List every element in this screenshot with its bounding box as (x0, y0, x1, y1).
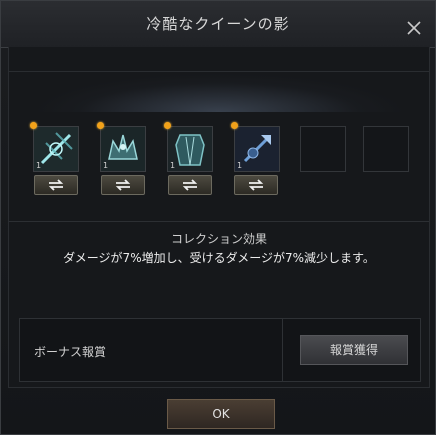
swap-button-2[interactable] (101, 175, 145, 195)
close-icon[interactable] (405, 19, 423, 37)
collection-slot-2[interactable]: 1 (97, 122, 146, 172)
swap-button-1[interactable] (34, 175, 78, 195)
claim-reward-button[interactable]: 報賞獲得 (300, 335, 408, 365)
swap-icon (48, 179, 64, 191)
bonus-divider (282, 319, 283, 381)
content-panel: 1 1 1 1 コレクション効果 ダメージが7%増加し、受けるダメージが7%減少… (8, 47, 430, 388)
notification-dot (164, 122, 171, 129)
header-glow (9, 71, 429, 112)
section-divider (9, 221, 429, 222)
title-bar: 冷酷なクイーンの影 (1, 1, 435, 48)
collection-slot-3[interactable]: 1 (164, 122, 213, 172)
swap-icon (248, 179, 264, 191)
notification-dot (30, 122, 37, 129)
slot-level: 1 (36, 161, 42, 170)
empty-slot (363, 126, 409, 172)
notification-dot (231, 122, 238, 129)
slot-level: 1 (170, 161, 176, 170)
swap-icon (182, 179, 198, 191)
empty-slot (300, 126, 346, 172)
bonus-reward-box: ボーナス報賞 報賞獲得 (19, 318, 421, 382)
slot-level: 1 (103, 161, 109, 170)
collection-slot-4[interactable]: 1 (231, 122, 280, 172)
collection-window: 冷酷なクイーンの影 1 1 1 1 コレクション効果 ダメージが7%増加し、受け… (0, 0, 436, 435)
slot-level: 1 (237, 161, 243, 170)
swap-button-3[interactable] (168, 175, 212, 195)
notification-dot (97, 122, 104, 129)
collection-slot-1[interactable]: 1 (30, 122, 79, 172)
bonus-reward-label: ボーナス報賞 (34, 345, 107, 359)
collection-effect-title: コレクション効果 (170, 232, 267, 246)
ok-button[interactable]: OK (167, 399, 275, 429)
collection-effect-description: ダメージが7%増加し、受けるダメージが7%減少します。 (63, 251, 375, 265)
window-title: 冷酷なクイーンの影 (146, 15, 290, 33)
swap-button-4[interactable] (234, 175, 278, 195)
swap-icon (115, 179, 131, 191)
